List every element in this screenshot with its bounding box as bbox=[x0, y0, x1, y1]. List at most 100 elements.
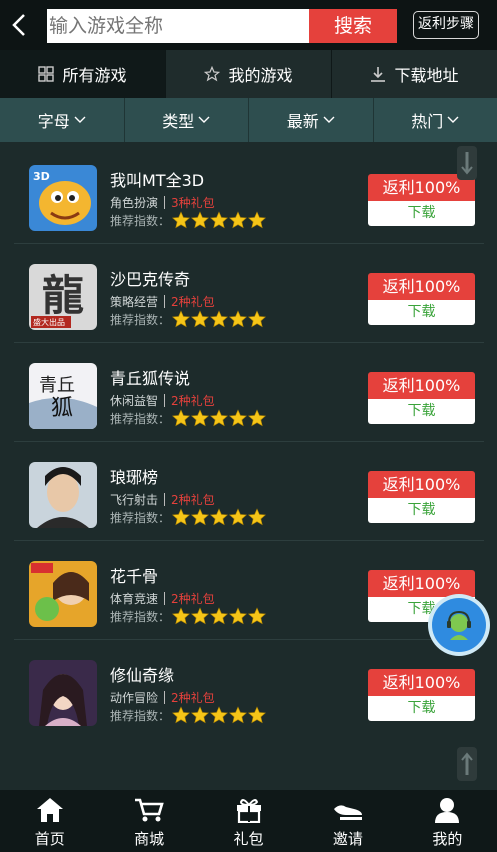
game-icon-qingqiuhu[interactable]: 青丘 狐 bbox=[29, 363, 97, 429]
game-row[interactable]: 青丘 狐 青丘狐传说 休闲益智 2种礼包 推荐指数： 返利100% 下载 bbox=[14, 343, 484, 442]
fanli-badge[interactable]: 返利100% bbox=[368, 471, 475, 498]
game-meta: 角色扮演 3种礼包 bbox=[110, 194, 215, 211]
scroll-up-button[interactable] bbox=[457, 747, 477, 781]
download-button[interactable]: 下载 bbox=[368, 498, 475, 523]
filter-bar: 字母 类型 最新 热门 bbox=[0, 98, 497, 142]
gift-count: 3种礼包 bbox=[171, 196, 215, 210]
game-row[interactable]: 花千骨 体育竞速 2种礼包 推荐指数： 返利100% 下载 bbox=[14, 541, 484, 640]
nav-home[interactable]: 首页 bbox=[0, 790, 99, 852]
game-list: 3D 我叫MT全3D 角色扮演 3种礼包 推荐指数： 返利100% 下载 龍 盛… bbox=[14, 145, 484, 739]
svg-text:龍: 龍 bbox=[42, 271, 84, 320]
download-button[interactable]: 下载 bbox=[368, 300, 475, 325]
filter-type[interactable]: 类型 bbox=[125, 98, 249, 142]
star-icon bbox=[210, 706, 228, 724]
filter-label: 字母 bbox=[37, 112, 70, 131]
divider bbox=[164, 493, 166, 506]
star-icon bbox=[229, 607, 247, 625]
rating-label: 推荐指数： bbox=[110, 411, 171, 426]
game-genre: 动作冒险 bbox=[110, 691, 159, 705]
download-button[interactable]: 下载 bbox=[368, 399, 475, 424]
recommend-rating: 推荐指数： bbox=[110, 706, 267, 724]
scroll-down-button[interactable] bbox=[457, 146, 477, 180]
nav-invite[interactable]: 邀请 bbox=[298, 790, 397, 852]
game-icon-langyabang[interactable] bbox=[29, 462, 97, 528]
filter-label: 最新 bbox=[286, 112, 319, 131]
game-icon-xiuxianqiyuan[interactable] bbox=[29, 660, 97, 726]
star-icon bbox=[248, 310, 266, 328]
star-icon bbox=[191, 508, 209, 526]
star-icon bbox=[172, 508, 190, 526]
game-icon-mt3d[interactable]: 3D bbox=[29, 165, 97, 231]
filter-newest[interactable]: 最新 bbox=[249, 98, 374, 142]
search-input[interactable] bbox=[47, 9, 309, 43]
download-button[interactable]: 下载 bbox=[368, 696, 475, 721]
fanli-badge[interactable]: 返利100% bbox=[368, 273, 475, 300]
game-name: 沙巴克传奇 bbox=[110, 270, 191, 289]
star-icon bbox=[248, 508, 266, 526]
star-icon bbox=[229, 310, 247, 328]
game-meta: 策略经营 2种礼包 bbox=[110, 293, 215, 310]
fanli-badge[interactable]: 返利100% bbox=[368, 372, 475, 399]
star-icon bbox=[210, 310, 228, 328]
chevron-down-icon bbox=[447, 116, 459, 123]
divider bbox=[164, 691, 166, 704]
tab-label: 下载地址 bbox=[394, 66, 459, 85]
divider bbox=[164, 592, 166, 605]
svg-text:3D: 3D bbox=[33, 170, 50, 183]
game-row[interactable]: 修仙奇缘 动作冒险 2种礼包 推荐指数： 返利100% 下载 bbox=[14, 640, 484, 739]
chevron-down-icon bbox=[74, 116, 86, 123]
top-bar: 搜索 返利步骤 bbox=[0, 0, 497, 50]
fanli-badge[interactable]: 返利100% bbox=[368, 669, 475, 696]
fanli-steps-button[interactable]: 返利步骤 bbox=[413, 11, 479, 39]
download-button[interactable]: 下载 bbox=[368, 201, 475, 226]
filter-label: 类型 bbox=[162, 112, 195, 131]
game-genre: 休闲益智 bbox=[110, 394, 159, 408]
star-icon bbox=[248, 607, 266, 625]
nav-mall[interactable]: 商城 bbox=[99, 790, 198, 852]
nav-mine[interactable]: 我的 bbox=[398, 790, 497, 852]
star-icon bbox=[172, 211, 190, 229]
gift-count: 2种礼包 bbox=[171, 691, 215, 705]
star-icon bbox=[191, 607, 209, 625]
recommend-rating: 推荐指数： bbox=[110, 607, 267, 625]
star-icon bbox=[229, 706, 247, 724]
invite-icon bbox=[333, 805, 362, 820]
tab-my-games[interactable]: 我的游戏 bbox=[166, 50, 332, 98]
user-icon bbox=[435, 798, 460, 823]
tab-label: 我的游戏 bbox=[228, 66, 293, 85]
game-row[interactable]: 琅琊榜 飞行射击 2种礼包 推荐指数： 返利100% 下载 bbox=[14, 442, 484, 541]
star-icon bbox=[191, 706, 209, 724]
star-icon bbox=[248, 706, 266, 724]
game-row[interactable]: 龍 盛大出品 沙巴克传奇 策略经营 2种礼包 推荐指数： 返利100% 下载 bbox=[14, 244, 484, 343]
star-rating bbox=[172, 211, 267, 229]
search-button[interactable]: 搜索 bbox=[309, 9, 397, 43]
filter-hot[interactable]: 热门 bbox=[374, 98, 497, 142]
game-name: 修仙奇缘 bbox=[110, 666, 175, 685]
game-genre: 体育竞速 bbox=[110, 592, 159, 606]
tab-all-games[interactable]: 所有游戏 bbox=[0, 50, 166, 98]
star-icon bbox=[172, 409, 190, 427]
game-icon-huaqiangu[interactable] bbox=[29, 561, 97, 627]
recommend-rating: 推荐指数： bbox=[110, 508, 267, 526]
divider bbox=[164, 394, 166, 407]
home-icon bbox=[36, 798, 63, 822]
game-meta: 飞行射击 2种礼包 bbox=[110, 491, 215, 508]
filter-label: 热门 bbox=[411, 112, 444, 131]
filter-letter[interactable]: 字母 bbox=[0, 98, 125, 142]
tab-download-address[interactable]: 下载地址 bbox=[332, 50, 497, 98]
star-rating bbox=[172, 508, 267, 526]
game-meta: 动作冒险 2种礼包 bbox=[110, 689, 215, 706]
game-name: 花千骨 bbox=[110, 567, 159, 586]
download-icon bbox=[371, 67, 386, 82]
nav-gifts[interactable]: 礼包 bbox=[199, 790, 298, 852]
nav-label: 我的 bbox=[432, 830, 463, 848]
star-icon bbox=[248, 409, 266, 427]
game-icon-shabake[interactable]: 龍 盛大出品 bbox=[29, 264, 97, 330]
star-outline-icon bbox=[204, 66, 221, 82]
game-row[interactable]: 3D 我叫MT全3D 角色扮演 3种礼包 推荐指数： 返利100% 下载 bbox=[14, 145, 484, 244]
back-icon[interactable] bbox=[8, 10, 32, 40]
star-icon bbox=[172, 607, 190, 625]
fanli-badge[interactable]: 返利100% bbox=[368, 570, 475, 597]
customer-service-button[interactable] bbox=[428, 594, 490, 656]
game-name: 琅琊榜 bbox=[110, 468, 159, 487]
